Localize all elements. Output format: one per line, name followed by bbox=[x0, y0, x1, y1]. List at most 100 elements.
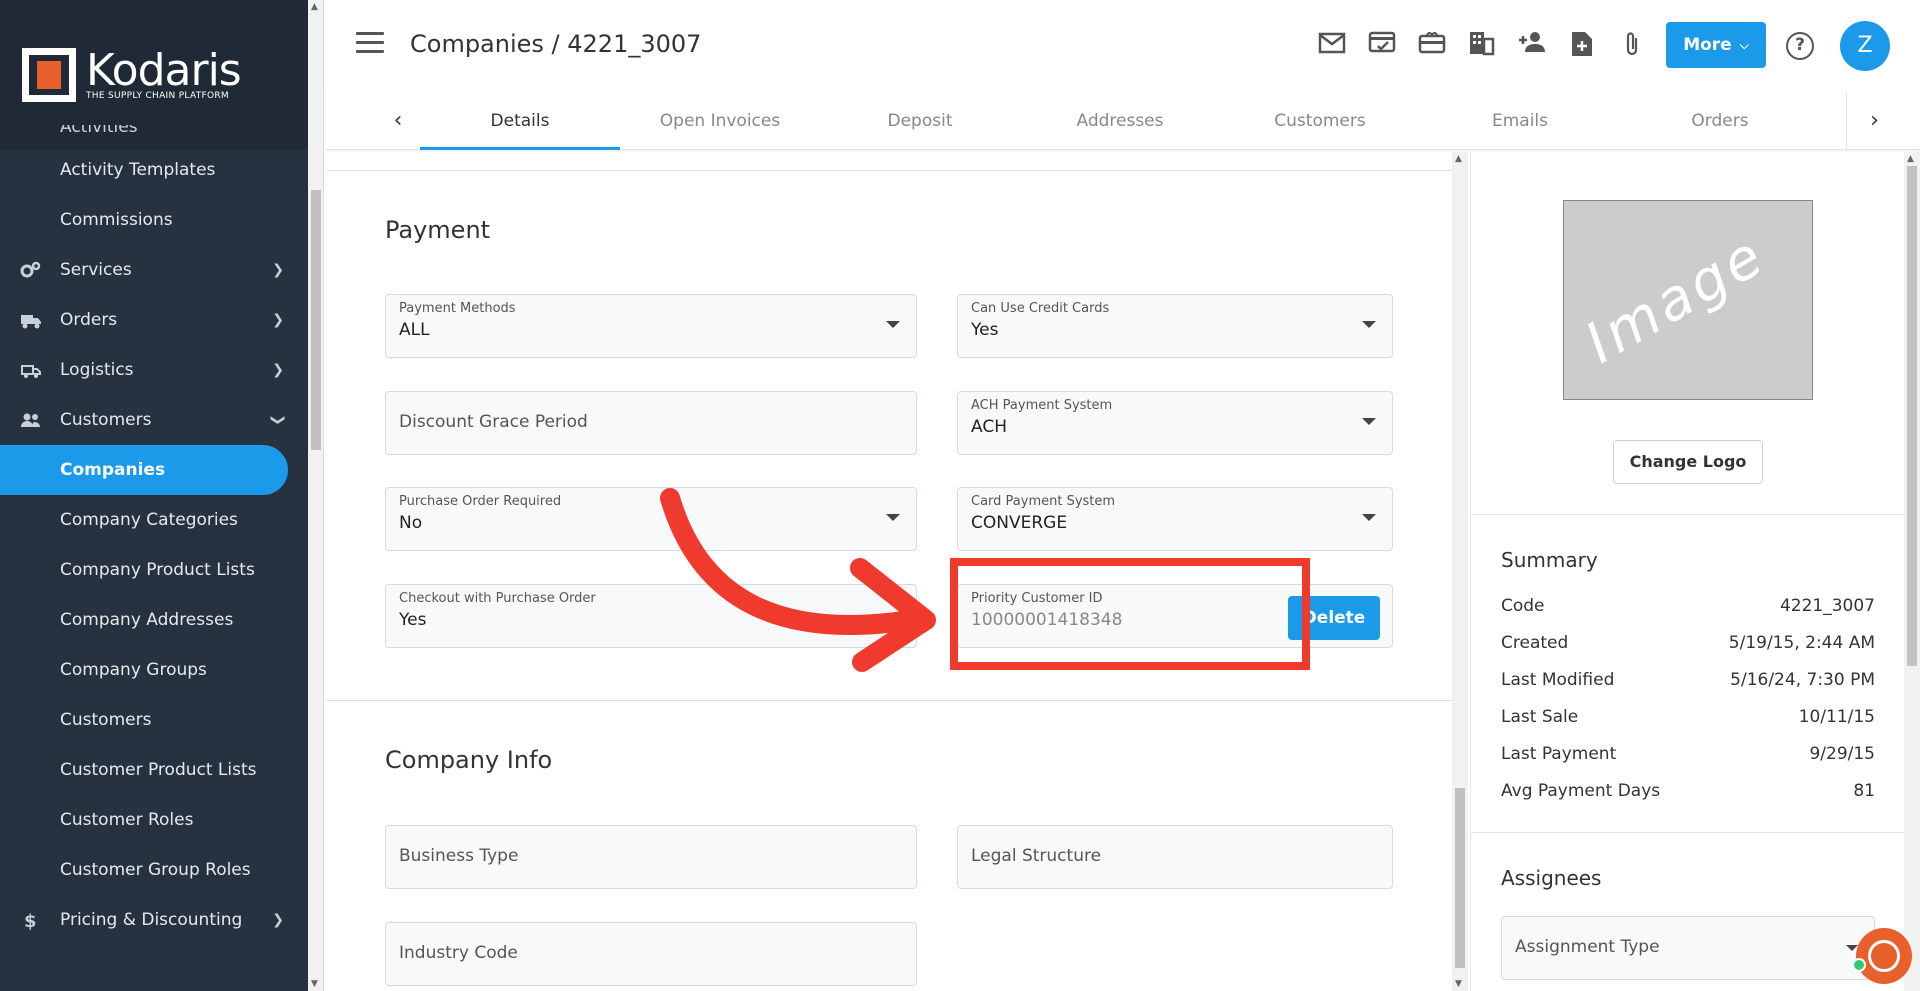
summary-row: Last Modified 5/16/24, 7:30 PM bbox=[1501, 670, 1875, 694]
sidebar-scroll-thumb[interactable] bbox=[311, 190, 321, 450]
brand-name: Kodaris bbox=[86, 45, 242, 96]
sidebar-item-company-addresses[interactable]: Company Addresses bbox=[0, 595, 308, 645]
field-label: Checkout with Purchase Order bbox=[399, 591, 596, 606]
payment-card-icon[interactable] bbox=[1366, 30, 1398, 62]
tab-open-invoices[interactable]: Open Invoices bbox=[620, 92, 820, 150]
purchase-order-required-select[interactable]: Purchase Order Required No bbox=[385, 487, 917, 551]
brand-tagline: THE SUPPLY CHAIN PLATFORM bbox=[86, 91, 229, 101]
summary-key: Avg Payment Days bbox=[1501, 781, 1661, 801]
chevron-right-icon: ❯ bbox=[272, 262, 284, 278]
field-value: No bbox=[399, 513, 423, 533]
dropdown-caret-icon bbox=[1362, 418, 1376, 425]
image-watermark: Image bbox=[1574, 222, 1777, 377]
sidebar-item-logistics[interactable]: Logistics ❯ bbox=[0, 345, 308, 395]
sidebar-item-company-groups[interactable]: Company Groups bbox=[0, 645, 308, 695]
kodaris-logo-icon bbox=[22, 48, 76, 102]
sidebar-item-activities[interactable]: Activities bbox=[0, 125, 308, 145]
add-person-icon[interactable] bbox=[1516, 30, 1548, 62]
sidebar-item-label: Activity Templates bbox=[60, 160, 216, 180]
summary-row: Code 4221_3007 bbox=[1501, 596, 1875, 620]
field-value: ALL bbox=[399, 320, 430, 340]
tab-deposit[interactable]: Deposit bbox=[820, 92, 1020, 150]
scroll-down-icon[interactable]: ▼ bbox=[1455, 979, 1462, 989]
tab-orders[interactable]: Orders bbox=[1620, 92, 1820, 150]
scroll-down-icon[interactable]: ▼ bbox=[311, 979, 318, 989]
sidebar-item-company-product-lists[interactable]: Company Product Lists bbox=[0, 545, 308, 595]
dropdown-caret-icon bbox=[1362, 514, 1376, 521]
tab-details[interactable]: Details bbox=[420, 92, 620, 150]
discount-grace-period-input[interactable]: Discount Grace Period bbox=[385, 391, 917, 455]
attachment-icon[interactable] bbox=[1616, 30, 1648, 62]
summary-value: 9/29/15 bbox=[1809, 744, 1875, 764]
sidebar-scrollbar[interactable]: ▲ ▼ bbox=[308, 0, 324, 991]
sidebar-item-customers[interactable]: Customers bbox=[0, 695, 308, 745]
annotation-highlight-box bbox=[950, 558, 1310, 670]
avatar[interactable]: Z bbox=[1840, 21, 1890, 71]
more-button[interactable]: More ⌵ bbox=[1666, 22, 1766, 68]
online-status-icon bbox=[1852, 958, 1866, 972]
scroll-up-icon[interactable]: ▲ bbox=[1907, 154, 1914, 164]
tabs-next-icon[interactable]: › bbox=[1846, 92, 1902, 150]
sidebar-item-label: Customers bbox=[60, 410, 152, 430]
sidebar-item-label: Customers bbox=[60, 710, 152, 730]
payment-section-title: Payment bbox=[385, 216, 491, 244]
summary-key: Created bbox=[1501, 633, 1569, 653]
sidebar-item-customer-group-roles[interactable]: Customer Group Roles bbox=[0, 845, 308, 895]
main-scroll-thumb[interactable] bbox=[1455, 788, 1465, 968]
add-document-icon[interactable] bbox=[1566, 30, 1598, 62]
chat-support-icon[interactable] bbox=[1852, 928, 1912, 984]
summary-row: Created 5/19/15, 2:44 AM bbox=[1501, 633, 1875, 657]
summary-key: Last Sale bbox=[1501, 707, 1579, 727]
scroll-up-icon[interactable]: ▲ bbox=[311, 2, 318, 12]
company-info-section-title: Company Info bbox=[385, 746, 553, 774]
company-building-icon[interactable] bbox=[1466, 30, 1498, 62]
change-logo-button[interactable]: Change Logo bbox=[1613, 440, 1763, 484]
summary-key: Last Payment bbox=[1501, 744, 1617, 764]
summary-value: 5/16/24, 7:30 PM bbox=[1730, 670, 1875, 690]
can-use-credit-cards-select[interactable]: Can Use Credit Cards Yes bbox=[957, 294, 1393, 358]
gift-card-icon[interactable] bbox=[1416, 30, 1448, 62]
tab-addresses[interactable]: Addresses bbox=[1020, 92, 1220, 150]
sidebar-item-services[interactable]: Services ❯ bbox=[0, 245, 308, 295]
tab-emails[interactable]: Emails bbox=[1420, 92, 1620, 150]
hamburger-menu-icon[interactable] bbox=[356, 32, 384, 56]
business-type-input[interactable]: Business Type bbox=[385, 825, 917, 889]
breadcrumb: Companies / 4221_3007 bbox=[410, 30, 702, 58]
sidebar-item-label: Services bbox=[60, 260, 132, 280]
sidebar-item-customer-product-lists[interactable]: Customer Product Lists bbox=[0, 745, 308, 795]
legal-structure-input[interactable]: Legal Structure bbox=[957, 825, 1393, 889]
sidebar-item-orders[interactable]: Orders ❯ bbox=[0, 295, 308, 345]
sidebar-item-pricing-discounting[interactable]: $ Pricing & Discounting ❯ bbox=[0, 895, 308, 945]
top-header: Companies / 4221_3007 More ⌵ ? Z bbox=[326, 0, 1920, 92]
sidebar-item-customer-roles[interactable]: Customer Roles bbox=[0, 795, 308, 845]
sidebar: Activities Activity Templates Commission… bbox=[0, 0, 308, 991]
sidebar-item-customers-group[interactable]: Customers ❯ bbox=[0, 395, 308, 445]
dropdown-caret-icon bbox=[886, 514, 900, 521]
sidebar-item-companies[interactable]: Companies bbox=[0, 445, 288, 495]
tab-customers[interactable]: Customers bbox=[1220, 92, 1420, 150]
mail-icon[interactable] bbox=[1316, 30, 1348, 62]
help-icon[interactable]: ? bbox=[1786, 32, 1814, 60]
scroll-up-icon[interactable]: ▲ bbox=[1455, 154, 1462, 164]
card-payment-system-select[interactable]: Card Payment System CONVERGE bbox=[957, 487, 1393, 551]
main-scrollbar[interactable]: ▲ ▼ bbox=[1452, 152, 1468, 991]
assignees-title: Assignees bbox=[1501, 866, 1602, 890]
sidebar-item-commissions[interactable]: Commissions bbox=[0, 195, 308, 245]
sidebar-item-company-categories[interactable]: Company Categories bbox=[0, 495, 308, 545]
chevron-down-icon: ❯ bbox=[270, 414, 287, 426]
truck-icon bbox=[20, 311, 42, 329]
field-label: ACH Payment System bbox=[971, 398, 1113, 413]
sidebar-item-label: Customer Group Roles bbox=[60, 860, 251, 880]
summary-scroll-thumb[interactable] bbox=[1907, 166, 1917, 666]
payment-methods-select[interactable]: Payment Methods ALL bbox=[385, 294, 917, 358]
field-value: ACH bbox=[971, 417, 1007, 437]
assignment-type-select[interactable]: Assignment Type bbox=[1501, 916, 1875, 980]
summary-scrollbar[interactable]: ▲ bbox=[1904, 152, 1920, 991]
ach-payment-system-select[interactable]: ACH Payment System ACH bbox=[957, 391, 1393, 455]
tabs-prev-icon[interactable]: ‹ bbox=[370, 92, 426, 150]
sidebar-nav: Activities Activity Templates Commission… bbox=[0, 125, 308, 945]
summary-value: 4221_3007 bbox=[1779, 596, 1875, 616]
industry-code-input[interactable]: Industry Code bbox=[385, 922, 917, 986]
checkout-with-po-select[interactable]: Checkout with Purchase Order Yes bbox=[385, 584, 917, 648]
sidebar-item-activity-templates[interactable]: Activity Templates bbox=[0, 145, 308, 195]
